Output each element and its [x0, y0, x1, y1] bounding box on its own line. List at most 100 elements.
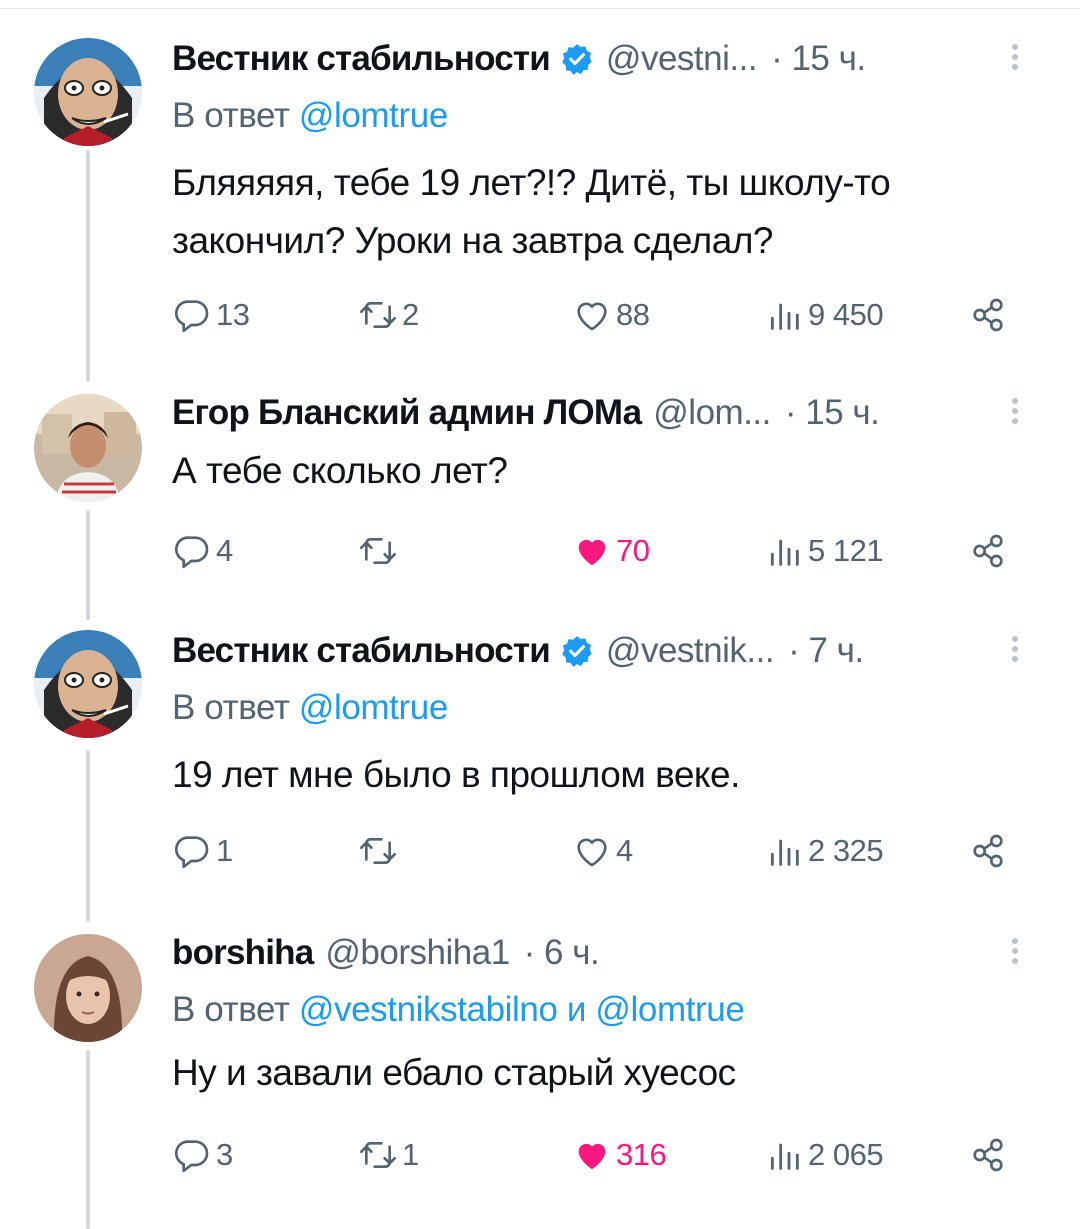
heart-icon — [572, 295, 612, 335]
timestamp[interactable]: · 15 ч. — [771, 39, 866, 79]
author-name[interactable]: Вестник стабильности — [172, 631, 551, 671]
share-button[interactable] — [968, 1130, 1008, 1180]
like-count: 4 — [616, 833, 633, 868]
avatar[interactable] — [34, 394, 142, 502]
views-count: 2 325 — [808, 833, 884, 868]
views-icon — [764, 1135, 804, 1175]
retweet-icon — [358, 295, 398, 335]
retweet-button[interactable]: 2 — [358, 290, 419, 340]
retweet-count: 1 — [402, 1137, 419, 1172]
views-count: 2 065 — [808, 1137, 884, 1172]
heart-icon — [572, 1135, 612, 1175]
thread-line — [86, 1050, 90, 1229]
reply-button[interactable]: 4 — [172, 526, 233, 576]
retweet-count: 2 — [402, 297, 419, 332]
reply-context: В ответ @vestnikstabilno и @lomtrue — [172, 982, 1020, 1038]
share-button[interactable] — [968, 526, 1008, 576]
views-button[interactable]: 2 325 — [764, 826, 884, 876]
more-icon[interactable] — [1010, 934, 1020, 968]
tweet-text: Ну и завали ебало старый хуесос — [172, 1052, 736, 1093]
reply-count: 13 — [216, 297, 250, 332]
reply-joiner: и — [566, 990, 587, 1029]
views-button[interactable]: 2 065 — [764, 1130, 884, 1180]
more-icon[interactable] — [1010, 632, 1020, 666]
share-icon — [968, 831, 1008, 871]
views-icon — [764, 295, 804, 335]
like-button[interactable]: 88 — [572, 290, 650, 340]
like-button[interactable]: 4 — [572, 826, 633, 876]
share-icon — [968, 1135, 1008, 1175]
avatar[interactable] — [34, 630, 142, 738]
author-handle[interactable]: @lom... — [653, 393, 771, 433]
reply-button[interactable]: 3 — [172, 1130, 233, 1180]
heart-icon — [572, 831, 612, 871]
mention-link[interactable]: @lomtrue — [299, 688, 448, 727]
avatar[interactable] — [34, 38, 142, 146]
timestamp[interactable]: · 15 ч. — [785, 393, 880, 433]
views-icon — [764, 831, 804, 871]
reply-icon — [172, 531, 212, 571]
views-count: 9 450 — [808, 297, 884, 332]
mention-link[interactable]: @lomtrue — [595, 990, 744, 1029]
thread-line — [86, 750, 90, 922]
more-icon[interactable] — [1010, 394, 1020, 428]
views-icon — [764, 531, 804, 571]
share-icon — [968, 295, 1008, 335]
retweet-button[interactable]: 1 — [358, 1130, 419, 1180]
reply-icon — [172, 831, 212, 871]
reply-prefix: В ответ — [172, 990, 290, 1029]
avatar[interactable] — [34, 934, 142, 1042]
author-name[interactable]: Егор Бланский админ ЛОМа — [172, 393, 642, 433]
like-button[interactable]: 70 — [572, 526, 650, 576]
reply-count: 3 — [216, 1137, 233, 1172]
retweet-icon — [358, 831, 398, 871]
reply-icon — [172, 1135, 212, 1175]
thread-line — [86, 150, 90, 382]
like-count: 70 — [616, 533, 650, 568]
action-bar: 1 4 2 325 — [172, 826, 1020, 876]
verified-badge-icon — [560, 634, 594, 668]
reply-icon — [172, 295, 212, 335]
views-button[interactable]: 9 450 — [764, 290, 884, 340]
tweet-header: borshiha @borshiha1 · 6 ч. — [172, 924, 1020, 982]
action-bar: 13 2 88 9 450 — [172, 290, 1020, 340]
heart-icon — [572, 531, 612, 571]
like-button[interactable]: 316 — [572, 1130, 667, 1180]
retweet-button[interactable] — [358, 526, 402, 576]
top-divider — [0, 8, 1080, 9]
tweet-header: Егор Бланский админ ЛОМа @lom... · 15 ч. — [172, 384, 1020, 442]
retweet-button[interactable] — [358, 826, 402, 876]
action-bar: 3 1 316 2 065 — [172, 1130, 1020, 1180]
author-handle[interactable]: @vestnik... — [606, 631, 775, 671]
reply-count: 4 — [216, 533, 233, 568]
retweet-icon — [358, 531, 398, 571]
share-icon — [968, 531, 1008, 571]
tweet-header: Вестник стабильности @vestni... · 15 ч. — [172, 30, 1020, 88]
reply-button[interactable]: 13 — [172, 290, 250, 340]
mention-link[interactable]: @lomtrue — [299, 96, 448, 135]
share-button[interactable] — [968, 826, 1008, 876]
timestamp[interactable]: · 7 ч. — [788, 631, 864, 671]
tweet-text: А тебе сколько лет? — [172, 450, 508, 491]
views-button[interactable]: 5 121 — [764, 526, 884, 576]
author-handle[interactable]: @borshiha1 — [325, 933, 510, 973]
like-count: 88 — [616, 297, 650, 332]
share-button[interactable] — [968, 290, 1008, 340]
tweet-text: 19 лет мне было в прошлом веке. — [172, 754, 740, 795]
timestamp[interactable]: · 6 ч. — [524, 933, 600, 973]
verified-badge-icon — [560, 42, 594, 76]
reply-context: В ответ @lomtrue — [172, 680, 1020, 736]
author-name[interactable]: Вестник стабильности — [172, 39, 551, 79]
retweet-icon — [358, 1135, 398, 1175]
author-handle[interactable]: @vestni... — [606, 39, 758, 79]
thread-line — [86, 510, 90, 620]
action-bar: 4 70 5 121 — [172, 526, 1020, 576]
reply-count: 1 — [216, 833, 233, 868]
reply-context: В ответ @lomtrue — [172, 88, 1020, 144]
more-icon[interactable] — [1010, 40, 1020, 74]
views-count: 5 121 — [808, 533, 884, 568]
mention-link[interactable]: @vestnikstabilno — [299, 990, 558, 1029]
author-name[interactable]: borshiha — [172, 933, 314, 973]
reply-button[interactable]: 1 — [172, 826, 233, 876]
reply-prefix: В ответ — [172, 688, 290, 727]
